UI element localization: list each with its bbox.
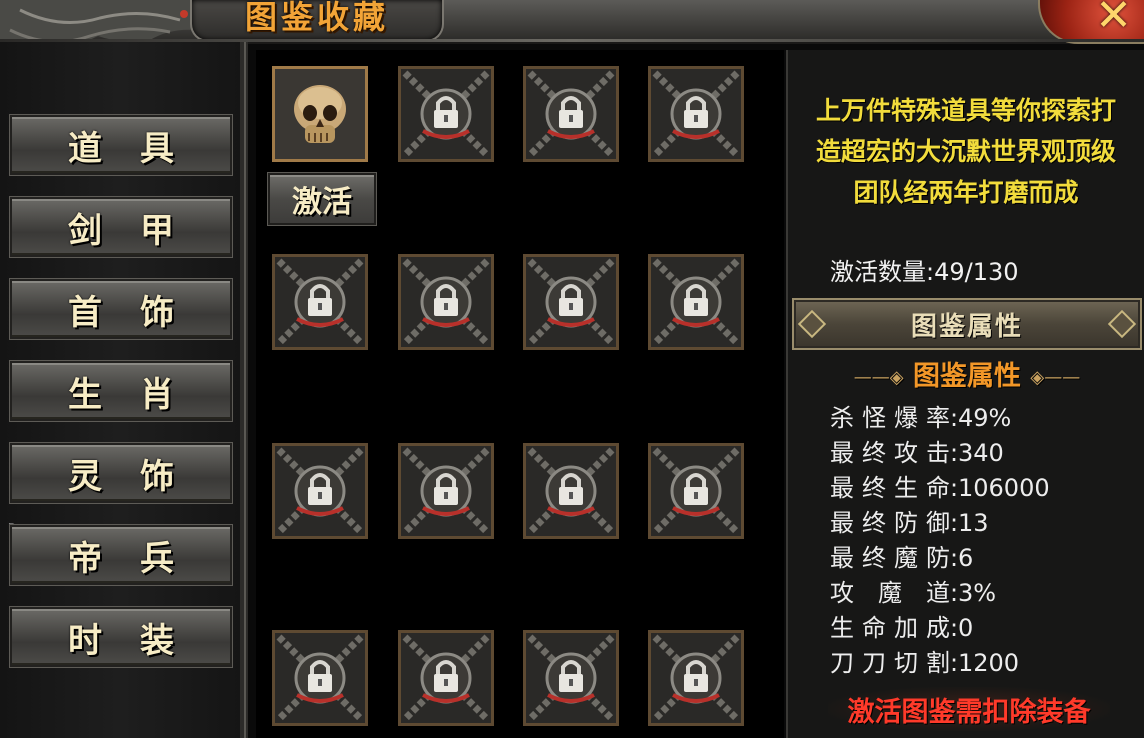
collection-slot-locked[interactable]: [648, 254, 744, 350]
diamond-icon: [1107, 309, 1137, 339]
ornament-right-icon: ◈——: [1030, 367, 1081, 388]
attribute-stat-value: 6: [958, 544, 974, 572]
collection-slot-locked[interactable]: [272, 630, 368, 726]
category-button-weapon[interactable]: 帝兵: [10, 525, 232, 585]
close-button[interactable]: ✕: [1038, 0, 1144, 44]
attributes-header: 图鉴属性: [792, 298, 1142, 350]
collection-slot-locked[interactable]: [398, 254, 494, 350]
collection-slot-locked[interactable]: [272, 254, 368, 350]
category-label: 道具: [68, 128, 212, 169]
category-button-items[interactable]: 道具: [10, 115, 232, 175]
attribute-stat-label: 刀刀切割: [830, 649, 950, 677]
diamond-icon: [797, 309, 827, 339]
attribute-stat-row: 杀怪爆率:49%: [830, 398, 1130, 433]
attribute-stat-label: 最终魔防: [830, 544, 950, 572]
collection-slot-locked[interactable]: [648, 443, 744, 539]
collection-slot-locked[interactable]: [523, 630, 619, 726]
attribute-stat-label: 生命加成: [830, 614, 950, 642]
activate-button[interactable]: 激活: [268, 173, 376, 225]
collection-description: 上万件特殊道具等你探索打造超宏的大沉默世界观顶级团队经两年打磨而成: [816, 96, 1117, 207]
category-label: 时装: [68, 620, 212, 661]
category-label: 灵饰: [68, 456, 212, 497]
category-button-spirit[interactable]: 灵饰: [10, 443, 232, 503]
collection-slot-locked[interactable]: [398, 630, 494, 726]
attribute-stat-colon: :: [950, 614, 959, 642]
collection-slot-locked[interactable]: [272, 443, 368, 539]
collection-slot-locked[interactable]: [523, 443, 619, 539]
category-label: 剑甲: [68, 210, 212, 251]
attribute-stat-value: 340: [958, 439, 1004, 467]
category-button-jewelry[interactable]: 首饰: [10, 279, 232, 339]
attribute-stat-value: 106000: [958, 474, 1050, 502]
attribute-stat-row: 最终生命:106000: [830, 468, 1130, 503]
attribute-stat-value: 3%: [958, 579, 997, 607]
attribute-stat-row: 刀刀切割:1200: [830, 643, 1130, 678]
attribute-stat-row: 攻魔道:3%: [830, 573, 1130, 608]
collection-grid: 激活: [256, 50, 784, 738]
activation-warning: 激活图鉴需扣除装备: [828, 687, 1110, 731]
collection-slot-locked[interactable]: [648, 630, 744, 726]
attribute-stat-label: 攻魔道: [830, 579, 950, 607]
attribute-stat-colon: :: [950, 544, 959, 572]
category-button-zodiac[interactable]: 生肖: [10, 361, 232, 421]
attribute-stat-value: 0: [958, 614, 974, 642]
attribute-stat-value: 13: [958, 509, 989, 537]
attribute-stat-colon: :: [950, 649, 959, 677]
attribute-stat-label: 杀怪爆率: [830, 404, 950, 432]
activated-count-value: 49/130: [934, 258, 1019, 286]
title-plate: 图鉴收藏: [190, 0, 444, 42]
collection-slot-locked[interactable]: [398, 443, 494, 539]
category-button-armor[interactable]: 剑甲: [10, 197, 232, 257]
attribute-stat-colon: :: [950, 579, 959, 607]
collection-slot-locked[interactable]: [523, 254, 619, 350]
attribute-stat-colon: :: [950, 474, 959, 502]
close-x-icon: ✕: [1095, 0, 1132, 41]
attribute-stat-row: 最终防御:13: [830, 503, 1130, 538]
activated-count-label: 激活数量: [830, 258, 926, 286]
attribute-stat-value: 49%: [958, 404, 1012, 432]
attributes-subheader: ——◈ 图鉴属性 ◈——: [788, 354, 1144, 393]
attributes-header-label: 图鉴属性: [910, 311, 1023, 342]
collection-slot-locked[interactable]: [523, 66, 619, 162]
activated-count: 激活数量:49/130: [830, 258, 1019, 286]
attribute-stat-label: 最终攻击: [830, 439, 950, 467]
ornament-left-icon: ——◈: [853, 367, 904, 388]
title-bar: 图鉴收藏 ✕: [0, 0, 1144, 90]
attribute-stat-value: 1200: [958, 649, 1020, 677]
attribute-stat-row: 最终攻击:340: [830, 433, 1130, 468]
attribute-stats-list: 杀怪爆率:49% 最终攻击:340 最终生命:106000 最终防御:13 最终魔防:6…: [830, 398, 1130, 678]
category-label: 生肖: [68, 374, 212, 415]
attribute-stat-colon: :: [950, 509, 959, 537]
attribute-stat-row: 最终魔防:6: [830, 538, 1130, 573]
attribute-stat-row: 生命加成:0: [830, 608, 1130, 643]
info-panel: 上万件特殊道具等你探索打造超宏的大沉默世界观顶级团队经两年打磨而成 激活数量:4…: [786, 50, 1144, 738]
attribute-stat-label: 最终防御: [830, 509, 950, 537]
collection-slot-locked[interactable]: [648, 66, 744, 162]
window-title: 图鉴收藏: [244, 0, 389, 36]
category-button-fashion[interactable]: 时装: [10, 607, 232, 667]
attribute-stat-colon: :: [950, 404, 959, 432]
collection-slot-unlocked[interactable]: [272, 66, 368, 162]
attributes-subheader-label: 图鉴属性: [913, 361, 1021, 392]
category-label: 帝兵: [68, 538, 212, 579]
attribute-stat-label: 最终生命: [830, 474, 950, 502]
attribute-stat-colon: :: [950, 439, 959, 467]
collection-slot-locked[interactable]: [398, 66, 494, 162]
category-label: 首饰: [68, 292, 212, 333]
